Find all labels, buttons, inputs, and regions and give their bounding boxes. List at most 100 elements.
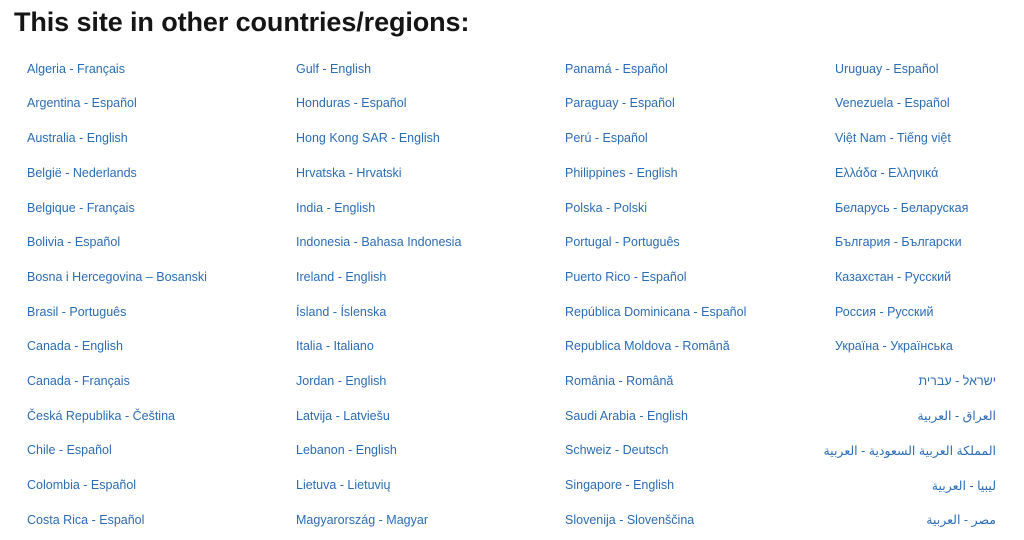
region-row: Canada - Français (27, 364, 269, 399)
region-link[interactable]: Hrvatska - Hrvatski (296, 166, 402, 180)
region-row: Lebanon - English (296, 434, 538, 469)
region-row: Panamá - Español (565, 52, 807, 87)
region-link[interactable]: Bosna i Hercegovina – Bosanski (27, 270, 207, 284)
region-row: Hong Kong SAR - English (296, 121, 538, 156)
region-row: România - Română (565, 364, 807, 399)
region-row: Казахстан - Русский (835, 260, 1024, 295)
region-link[interactable]: Ireland - English (296, 270, 386, 284)
region-link[interactable]: България - Български (835, 235, 962, 249)
region-link[interactable]: Schweiz - Deutsch (565, 443, 669, 457)
region-column-4: Uruguay - Español Venezuela - Español Việt… (807, 52, 1024, 538)
region-link[interactable]: Việt Nam - Tiếng việt (835, 131, 951, 145)
region-link[interactable]: Uruguay - Español (835, 62, 939, 76)
region-row: България - Български (835, 225, 1024, 260)
region-link[interactable]: República Dominicana - Español (565, 305, 746, 319)
region-link[interactable]: Colombia - Español (27, 478, 136, 492)
region-link[interactable]: Algeria - Français (27, 62, 125, 76)
region-link[interactable]: Lebanon - English (296, 443, 397, 457)
region-row: Gulf - English (296, 52, 538, 87)
region-row: Saudi Arabia - English (565, 399, 807, 434)
region-link[interactable]: Brasil - Português (27, 305, 126, 319)
region-link[interactable]: Costa Rica - Español (27, 513, 144, 527)
region-row: Paraguay - Español (565, 87, 807, 122)
region-link[interactable]: Canada - Français (27, 374, 130, 388)
region-link[interactable]: België - Nederlands (27, 166, 137, 180)
region-link[interactable]: Honduras - Español (296, 96, 406, 110)
region-row: Schweiz - Deutsch (565, 434, 807, 469)
region-link[interactable]: Canada - English (27, 339, 123, 353)
region-link[interactable]: România - Română (565, 374, 673, 388)
region-link[interactable]: Беларусь - Беларуская (835, 201, 968, 215)
region-link[interactable]: Singapore - English (565, 478, 674, 492)
region-link[interactable]: ليبيا - العربية (932, 478, 996, 493)
region-link[interactable]: Slovenija - Slovenščina (565, 513, 694, 527)
region-row: ישראל - עברית (835, 364, 1024, 399)
region-row: Chile - Español (27, 434, 269, 469)
region-link[interactable]: Indonesia - Bahasa Indonesia (296, 235, 461, 249)
region-link[interactable]: Hong Kong SAR - English (296, 131, 440, 145)
region-row: Latvija - Latviešu (296, 399, 538, 434)
region-row: Colombia - Español (27, 468, 269, 503)
region-link[interactable]: Italia - Italiano (296, 339, 374, 353)
region-row: Ελλάδα - Ελληνικά (835, 156, 1024, 191)
region-link[interactable]: Jordan - English (296, 374, 386, 388)
region-link[interactable]: Bolivia - Español (27, 235, 120, 249)
region-row: Italia - Italiano (296, 330, 538, 365)
region-link[interactable]: Ísland - Íslenska (296, 305, 386, 319)
region-row: Беларусь - Беларуская (835, 191, 1024, 226)
region-row: Việt Nam - Tiếng việt (835, 121, 1024, 156)
region-row: Australia - English (27, 121, 269, 156)
region-link[interactable]: Perú - Español (565, 131, 648, 145)
region-link[interactable]: Česká Republika - Čeština (27, 409, 175, 423)
region-link[interactable]: Chile - Español (27, 443, 112, 457)
region-row: Україна - Українська (835, 330, 1024, 365)
region-link[interactable]: Philippines - English (565, 166, 678, 180)
region-picker-page: This site in other countries/regions: Al… (0, 0, 1024, 540)
region-row: India - English (296, 191, 538, 226)
region-link[interactable]: Україна - Українська (835, 339, 953, 353)
region-link[interactable]: المملكة العربية السعودية - العربية (823, 443, 996, 458)
region-row: Hrvatska - Hrvatski (296, 156, 538, 191)
region-link[interactable]: Argentina - Español (27, 96, 137, 110)
page-title: This site in other countries/regions: (14, 7, 470, 37)
region-row: Magyarország - Magyar (296, 503, 538, 538)
region-row: Honduras - Español (296, 87, 538, 122)
region-link[interactable]: Россия - Русский (835, 305, 933, 319)
region-link[interactable]: Latvija - Latviešu (296, 409, 390, 423)
region-row: Ireland - English (296, 260, 538, 295)
region-link[interactable]: Republica Moldova - Română (565, 339, 730, 353)
region-link[interactable]: العراق - العربية (917, 408, 996, 423)
region-row: مصر - العربية (835, 503, 1024, 538)
region-link[interactable]: Paraguay - Español (565, 96, 675, 110)
region-column-1: Algeria - Français Argentina - Español Aus… (0, 52, 269, 538)
region-row: Brasil - Português (27, 295, 269, 330)
region-link[interactable]: India - English (296, 201, 375, 215)
region-row: República Dominicana - Español (565, 295, 807, 330)
region-link[interactable]: Magyarország - Magyar (296, 513, 428, 527)
region-link[interactable]: Polska - Polski (565, 201, 647, 215)
region-row: Bolivia - Español (27, 225, 269, 260)
region-row: Argentina - Español (27, 87, 269, 122)
region-link[interactable]: Puerto Rico - Español (565, 270, 687, 284)
region-link[interactable]: Казахстан - Русский (835, 270, 951, 284)
region-link[interactable]: Lietuva - Lietuvių (296, 478, 391, 492)
region-link[interactable]: Belgique - Français (27, 201, 135, 215)
region-link[interactable]: Ελλάδα - Ελληνικά (835, 166, 938, 180)
region-row: Česká Republika - Čeština (27, 399, 269, 434)
region-link[interactable]: Panamá - Español (565, 62, 668, 76)
region-link[interactable]: ישראל - עברית (919, 374, 996, 388)
region-link[interactable]: Australia - English (27, 131, 128, 145)
region-row: Philippines - English (565, 156, 807, 191)
region-row: Slovenija - Slovenščina (565, 503, 807, 538)
region-row: Россия - Русский (835, 295, 1024, 330)
region-link[interactable]: Venezuela - Español (835, 96, 950, 110)
region-link[interactable]: Saudi Arabia - English (565, 409, 688, 423)
region-link[interactable]: Gulf - English (296, 62, 371, 76)
region-columns: Algeria - Français Argentina - Español Aus… (0, 52, 1024, 538)
region-row: Venezuela - Español (835, 87, 1024, 122)
region-column-3: Panamá - Español Paraguay - Español Perú -… (538, 52, 807, 538)
region-link[interactable]: مصر - العربية (926, 512, 996, 527)
region-row: Jordan - English (296, 364, 538, 399)
region-link[interactable]: Portugal - Português (565, 235, 680, 249)
region-row: Algeria - Français (27, 52, 269, 87)
